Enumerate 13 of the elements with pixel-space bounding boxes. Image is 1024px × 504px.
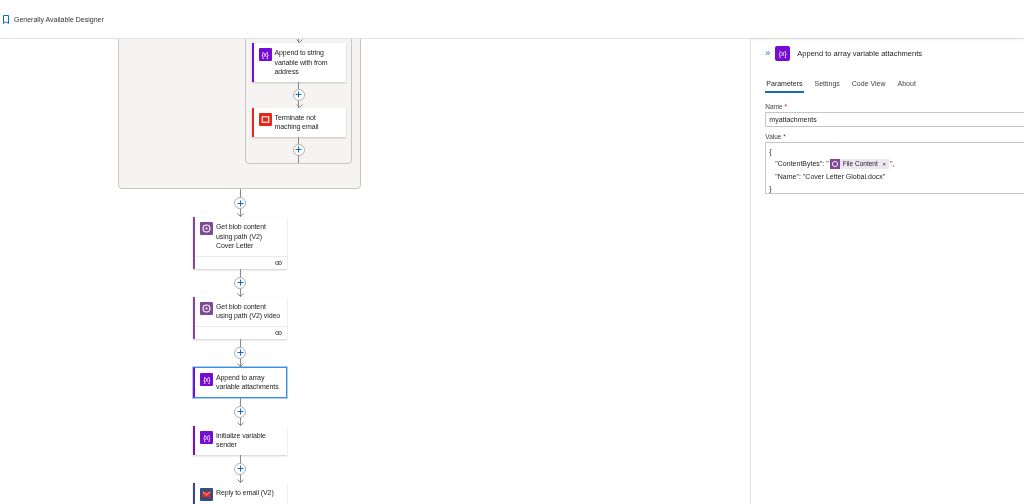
add-step-button[interactable]	[234, 276, 246, 289]
link-icon	[275, 330, 282, 335]
bookmark-icon	[3, 14, 9, 24]
arrowhead-icon	[295, 39, 303, 44]
add-step-button[interactable]	[234, 405, 246, 418]
add-step-button[interactable]	[234, 197, 246, 209]
link-icon	[275, 260, 282, 265]
collapse-button[interactable]: »	[765, 48, 771, 58]
add-step-button[interactable]	[292, 143, 305, 156]
add-step-button[interactable]	[292, 88, 305, 101]
add-step-button[interactable]	[234, 346, 246, 359]
add-step-button[interactable]	[234, 462, 246, 475]
storage-icon	[829, 158, 840, 169]
